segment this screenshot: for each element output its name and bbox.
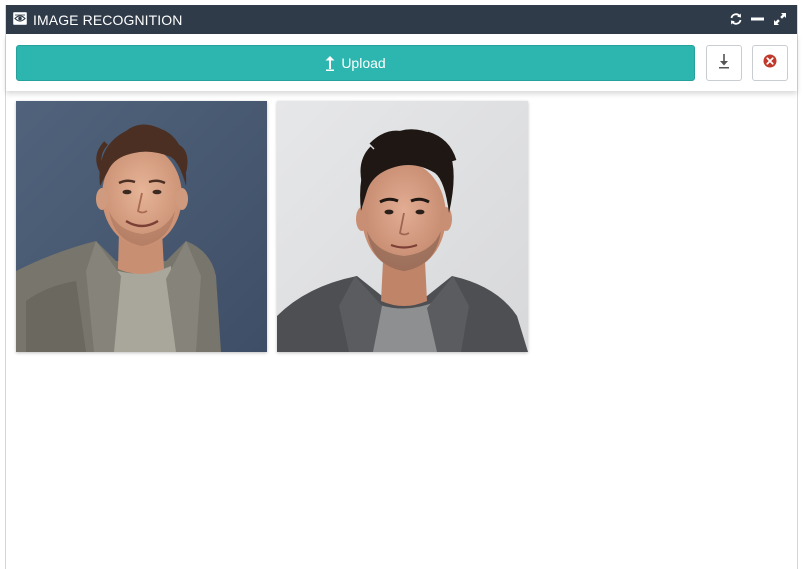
refresh-icon[interactable]	[727, 10, 745, 28]
upload-button[interactable]: Upload	[16, 45, 695, 81]
image-recognition-panel: IMAGE RECOGNITION Upload	[5, 5, 798, 569]
minimize-icon[interactable]	[749, 10, 767, 28]
download-button[interactable]	[706, 45, 742, 81]
gallery-image-2[interactable]	[277, 101, 528, 352]
upload-arrow-icon	[325, 55, 335, 71]
panel-titlebar: IMAGE RECOGNITION	[6, 5, 797, 34]
close-circle-icon	[762, 53, 778, 74]
panel-title: IMAGE RECOGNITION	[33, 12, 183, 28]
upload-button-label: Upload	[341, 55, 386, 71]
upload-toolbar: Upload	[6, 34, 797, 91]
eye-icon	[13, 12, 27, 25]
expand-icon[interactable]	[771, 10, 789, 28]
gallery-image-1[interactable]	[16, 101, 267, 352]
clear-button[interactable]	[752, 45, 788, 81]
download-icon	[718, 53, 730, 74]
